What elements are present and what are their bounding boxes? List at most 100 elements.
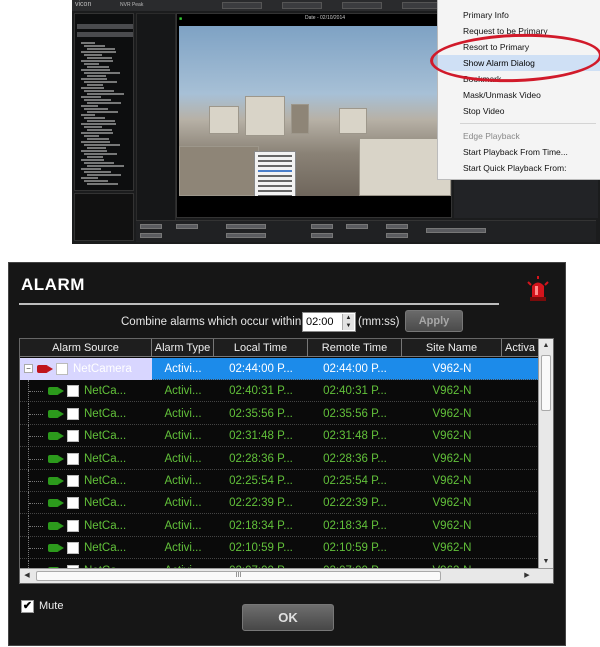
device-tree-item[interactable]	[84, 135, 99, 137]
toolbar-button[interactable]	[140, 224, 162, 229]
table-row[interactable]: NetCa... Activi... 02:18:34 P... 02:18:34 P…	[20, 514, 539, 537]
device-tree-item[interactable]	[84, 108, 108, 110]
scroll-thumb[interactable]	[541, 355, 551, 411]
mute-checkbox[interactable]: ✔	[21, 600, 34, 613]
row-checkbox[interactable]	[67, 542, 79, 555]
device-tree-item[interactable]	[84, 144, 120, 146]
device-tree-item[interactable]	[81, 159, 104, 161]
device-tree-item[interactable]	[84, 117, 105, 119]
device-tree-item[interactable]	[87, 183, 118, 185]
row-checkbox[interactable]	[67, 452, 79, 465]
alarm-source-cell[interactable]: NetCa...	[20, 514, 152, 537]
table-row[interactable]: NetCa... Activi... 02:10:59 P... 02:10:59 P…	[20, 537, 539, 560]
row-checkbox[interactable]	[67, 519, 79, 532]
device-tree-item[interactable]	[81, 87, 104, 89]
column-header-remote-time[interactable]: Remote Time	[308, 339, 402, 357]
column-header-site-name[interactable]: Site Name	[402, 339, 502, 357]
row-checkbox[interactable]	[67, 407, 79, 420]
device-tree-item[interactable]	[81, 51, 116, 53]
device-tree-item[interactable]	[81, 96, 101, 98]
device-tree-item[interactable]	[84, 90, 114, 92]
row-checkbox[interactable]	[67, 430, 79, 443]
scroll-down-icon[interactable]: ▼	[539, 555, 553, 569]
column-header-alarm-type[interactable]: Alarm Type	[152, 339, 214, 357]
combine-time-input[interactable]: 02:00 ▲ ▼	[302, 312, 356, 332]
device-tree-item[interactable]	[87, 75, 106, 77]
alarm-source-cell[interactable]: NetCa...	[20, 380, 152, 403]
alarm-table[interactable]: Alarm Source Alarm Type Local Time Remot…	[19, 338, 554, 584]
table-row[interactable]: NetCa... Activi... 02:40:31 P... 02:40:31 P…	[20, 380, 539, 403]
collapse-icon[interactable]: −	[24, 364, 33, 373]
device-tree-item[interactable]	[84, 45, 105, 47]
device-tree-item[interactable]	[87, 129, 112, 131]
top-tab[interactable]	[402, 2, 442, 9]
device-tree-item[interactable]	[87, 120, 115, 122]
alarm-source-cell[interactable]: NetCa...	[20, 492, 152, 515]
device-tree-item[interactable]	[84, 162, 114, 164]
device-tree-item[interactable]	[87, 111, 118, 113]
toolbar-button[interactable]	[226, 233, 266, 238]
column-header-local-time[interactable]: Local Time	[214, 339, 308, 357]
device-tree-item[interactable]	[81, 114, 95, 116]
toolbar-button[interactable]	[386, 224, 408, 229]
row-checkbox[interactable]	[67, 497, 79, 510]
column-header-alarm-source[interactable]: Alarm Source	[20, 339, 152, 357]
alarm-source-cell[interactable]: − NetCamera	[20, 358, 152, 380]
vertical-scrollbar[interactable]: ▲ ▼	[538, 339, 553, 569]
device-tree-item[interactable]	[87, 66, 109, 68]
device-tree-item[interactable]	[81, 78, 107, 80]
device-tree-item[interactable]	[81, 123, 116, 125]
toolbar-button[interactable]	[140, 233, 162, 238]
toolbar-button[interactable]	[426, 228, 486, 233]
device-tree-item[interactable]	[84, 81, 117, 83]
device-tree-item[interactable]	[84, 54, 102, 56]
row-checkbox[interactable]	[56, 363, 68, 375]
scroll-thumb-horizontal[interactable]: III	[36, 571, 441, 581]
device-tree-item[interactable]	[84, 153, 117, 155]
apply-button[interactable]: Apply	[405, 310, 463, 332]
row-checkbox[interactable]	[67, 385, 79, 398]
device-tree-item[interactable]	[84, 99, 111, 101]
table-row[interactable]: NetCa... Activi... 02:28:36 P... 02:28:36 P…	[20, 447, 539, 470]
toolbar-button[interactable]	[176, 224, 198, 229]
alarm-source-cell[interactable]: NetCa...	[20, 470, 152, 492]
toolbar-button[interactable]	[311, 224, 333, 229]
device-tree-item[interactable]	[81, 132, 113, 134]
device-tree-item[interactable]	[81, 42, 95, 44]
ok-button[interactable]: OK	[242, 604, 334, 631]
horizontal-scrollbar[interactable]: ◀ III ▶	[20, 568, 553, 583]
table-row[interactable]: NetCa... Activi... 02:22:39 P... 02:22:39 P…	[20, 492, 539, 515]
device-tree-item[interactable]	[87, 48, 115, 50]
menu-item-quick-playback[interactable]: Start Quick Playback From:	[438, 160, 600, 176]
time-spinner[interactable]: ▲ ▼	[342, 314, 354, 330]
tree-toolbar[interactable]	[77, 32, 133, 37]
layout-grid-button[interactable]	[346, 224, 368, 229]
device-tree-item[interactable]	[84, 72, 120, 74]
table-row[interactable]: NetCa... Activi... 02:25:54 P... 02:25:54 P…	[20, 470, 539, 492]
device-tree-item[interactable]	[81, 168, 101, 170]
alarm-source-cell[interactable]: NetCa...	[20, 402, 152, 425]
table-row[interactable]: NetCa... Activi... 02:35:56 P... 02:35:56 P…	[20, 402, 539, 425]
device-tree-item[interactable]	[87, 93, 124, 95]
alarm-source-cell[interactable]: NetCa...	[20, 447, 152, 470]
device-tree-item[interactable]	[81, 69, 110, 71]
tree-toolbar[interactable]	[77, 24, 133, 29]
device-tree-item[interactable]	[87, 165, 124, 167]
top-tab[interactable]	[342, 2, 382, 9]
top-tab[interactable]	[222, 2, 262, 9]
scroll-up-icon[interactable]: ▲	[539, 339, 553, 353]
device-tree-item[interactable]	[87, 138, 109, 140]
device-tree-item[interactable]	[87, 156, 103, 158]
menu-item-stop-video[interactable]: Stop Video	[438, 103, 600, 119]
scroll-right-icon[interactable]: ▶	[520, 569, 534, 583]
device-tree-item[interactable]	[84, 180, 108, 182]
device-tree-item[interactable]	[87, 102, 121, 104]
toolbar-button[interactable]	[311, 233, 333, 238]
toolbar-button[interactable]	[386, 233, 408, 238]
table-row[interactable]: NetCa... Activi... 02:31:48 P... 02:31:48 P…	[20, 425, 539, 448]
device-tree-item[interactable]	[81, 60, 113, 62]
device-tree-item[interactable]	[81, 141, 110, 143]
alarm-source-cell[interactable]: NetCa...	[20, 425, 152, 448]
video-tile[interactable]: ■ Date - 02/10/2014	[176, 13, 452, 218]
device-tree-item[interactable]	[87, 57, 112, 59]
